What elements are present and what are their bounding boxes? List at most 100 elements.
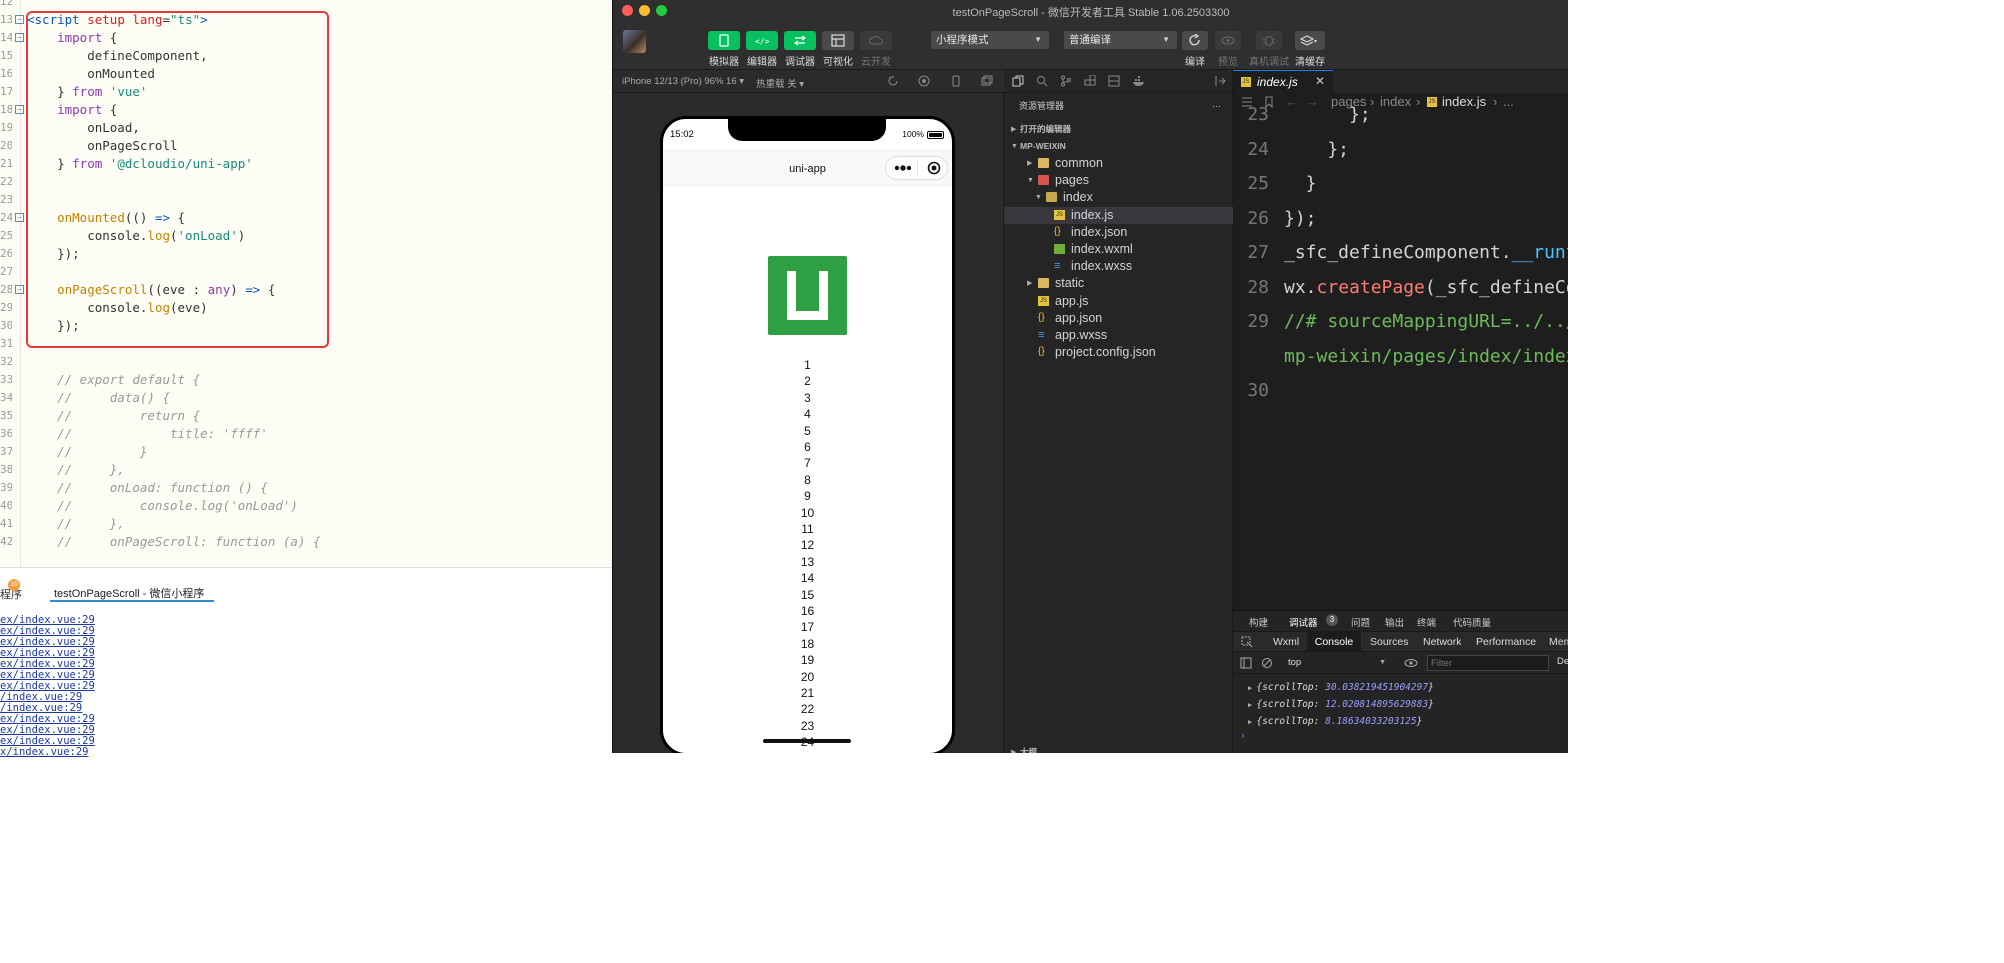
files-icon[interactable] bbox=[1012, 75, 1024, 87]
tab-performance[interactable]: Performance bbox=[1476, 632, 1536, 652]
tab-build[interactable]: 构建 bbox=[1249, 615, 1268, 629]
list-item: 15 bbox=[800, 587, 815, 602]
line-number: 38 bbox=[0, 463, 12, 476]
file-tree-item[interactable]: ▶ static bbox=[1004, 275, 1233, 292]
console-tab-active[interactable]: testOnPageScroll - 微信小程序 bbox=[50, 585, 214, 602]
tab-sources[interactable]: Sources bbox=[1370, 632, 1409, 652]
code-editor[interactable]: JS index.js ✕ ← → pages › index › JS ind… bbox=[1233, 70, 1568, 610]
sidebar-toggle-icon[interactable] bbox=[1240, 657, 1252, 669]
extensions-icon[interactable] bbox=[1084, 75, 1096, 87]
more-options-icon[interactable]: ··· bbox=[1212, 98, 1221, 115]
tab-console[interactable]: Console bbox=[1307, 632, 1361, 652]
more-icon[interactable] bbox=[894, 164, 912, 172]
wxss-file-icon: ≡ bbox=[1054, 260, 1061, 273]
storage-icon[interactable] bbox=[1108, 75, 1120, 87]
search-icon[interactable] bbox=[1036, 75, 1048, 87]
detach-window-icon[interactable] bbox=[981, 75, 993, 87]
workspace-root[interactable]: ▼ MP-WEIXIN bbox=[1004, 138, 1233, 155]
fold-toggle-icon[interactable]: − bbox=[15, 105, 24, 114]
logo-u-icon bbox=[787, 271, 828, 320]
visual-button[interactable] bbox=[822, 31, 854, 50]
file-tree-item[interactable]: {} index.json bbox=[1004, 224, 1233, 241]
tab-problems[interactable]: 问题 bbox=[1351, 615, 1370, 629]
compile-mode-dropdown[interactable]: 普通编译 ▼ bbox=[1064, 31, 1177, 49]
clear-console-icon[interactable] bbox=[1261, 657, 1273, 669]
docker-icon[interactable] bbox=[1132, 75, 1146, 87]
inspect-icon[interactable] bbox=[1241, 636, 1253, 648]
close-target-icon[interactable] bbox=[927, 161, 941, 175]
context-selector[interactable]: top ▼ bbox=[1285, 655, 1389, 670]
tab-debugger[interactable]: 调试器 bbox=[1289, 615, 1318, 629]
line-number: 20 bbox=[0, 139, 12, 152]
record-icon[interactable] bbox=[918, 75, 930, 87]
code-text: // } bbox=[27, 443, 147, 461]
file-tree-item[interactable]: JS app.js bbox=[1004, 293, 1233, 310]
file-tree-label: index.js bbox=[1071, 207, 1114, 222]
list-item: 18 bbox=[800, 636, 815, 651]
preview-button[interactable] bbox=[1215, 31, 1241, 50]
file-tree-label: index.wxss bbox=[1071, 259, 1133, 274]
mobile-icon[interactable] bbox=[950, 75, 962, 87]
tab-network[interactable]: Network bbox=[1423, 632, 1462, 652]
editor-button[interactable]: </> bbox=[746, 31, 778, 50]
console-log-entry[interactable]: ▶ {scrollTop: 12.020814895629883} bbox=[1248, 699, 1434, 710]
real-device-debug-button[interactable] bbox=[1256, 31, 1282, 50]
device-selector[interactable]: iPhone 12/13 (Pro) 96% 16 ▾ bbox=[622, 76, 744, 87]
file-tree-item[interactable]: ▼ pages bbox=[1004, 172, 1233, 189]
outline-section[interactable]: ▶ 大纲 bbox=[1004, 744, 1233, 753]
code-line: 30 bbox=[1233, 374, 1568, 408]
console-log-entry[interactable]: ▶ {scrollTop: 8.18634033203125} bbox=[1248, 716, 1422, 727]
log-colon: : bbox=[1313, 699, 1326, 710]
close-icon[interactable]: ✕ bbox=[1315, 74, 1325, 88]
console-prompt[interactable]: › bbox=[1241, 730, 1245, 742]
phone-frame[interactable]: 15:02 100% uni-app 1 2 3 4 5 6 7 8 9 10 11 12 13 14 15… bbox=[660, 116, 955, 753]
file-tree-item[interactable]: ▶ common bbox=[1004, 155, 1233, 172]
phone-icon bbox=[719, 34, 729, 47]
file-tree-item[interactable]: ▼ index bbox=[1004, 189, 1233, 206]
fold-toggle-icon[interactable]: − bbox=[15, 285, 24, 294]
file-tree-item[interactable]: JS index.js bbox=[1004, 206, 1233, 224]
rotate-icon[interactable] bbox=[887, 75, 899, 87]
clear-cache-button[interactable]: ▾ bbox=[1295, 31, 1325, 50]
console-source-link[interactable]: x/index.vue:29 bbox=[0, 747, 89, 758]
hbuilder-code-editor[interactable]: 12 13− <script setup lang="ts"> 14− import … bbox=[0, 0, 612, 567]
log-levels-dropdown[interactable]: De bbox=[1557, 656, 1568, 667]
tab-output[interactable]: 输出 bbox=[1385, 615, 1404, 629]
line-number: 14 bbox=[0, 31, 12, 44]
user-avatar[interactable] bbox=[623, 30, 646, 53]
tab-code-quality[interactable]: 代码质量 bbox=[1453, 615, 1491, 629]
file-tree-item[interactable]: {} project.config.json bbox=[1004, 344, 1233, 361]
cloud-button[interactable] bbox=[860, 31, 892, 50]
open-editors-section[interactable]: ▶ 打开的编辑器 bbox=[1004, 121, 1233, 138]
fold-toggle-icon[interactable]: − bbox=[15, 15, 24, 24]
hot-reload-selector[interactable]: 热重载 关 ▾ bbox=[756, 76, 804, 90]
file-tree-item[interactable]: index.wxml bbox=[1004, 241, 1233, 258]
list-item: 17 bbox=[800, 620, 815, 635]
source-control-icon[interactable] bbox=[1060, 75, 1072, 87]
file-tree-item[interactable]: ≡ index.wxss bbox=[1004, 258, 1233, 275]
json-file-icon: {} bbox=[1038, 311, 1045, 323]
file-tree-item[interactable]: ≡ app.wxss bbox=[1004, 327, 1233, 344]
tab-index-js[interactable]: JS index.js ✕ bbox=[1233, 70, 1333, 93]
simulator-button[interactable] bbox=[708, 31, 740, 50]
fold-toggle-icon[interactable]: − bbox=[15, 33, 24, 42]
code-line: 27 _sfc_defineComponent.__runt bbox=[1233, 236, 1568, 270]
tab-terminal[interactable]: 终端 bbox=[1417, 615, 1436, 629]
fold-toggle-icon[interactable]: − bbox=[15, 213, 24, 222]
eye-icon[interactable] bbox=[1404, 657, 1418, 669]
code-token: // export default { bbox=[27, 372, 201, 387]
console-log-entry[interactable]: ▶ {scrollTop: 30.038219451904297} bbox=[1248, 682, 1434, 693]
code-line: 40 // console.log('onLoad') bbox=[0, 497, 612, 515]
mini-program-capsule[interactable] bbox=[885, 156, 948, 180]
line-number: 33 bbox=[0, 373, 12, 386]
chevron-down-icon: ▼ bbox=[1034, 35, 1042, 44]
filter-input[interactable] bbox=[1427, 655, 1549, 671]
tab-wxml[interactable]: Wxml bbox=[1273, 632, 1299, 652]
tab-memory[interactable]: Mem bbox=[1549, 632, 1568, 652]
toggle-panel-icon[interactable] bbox=[1214, 75, 1226, 87]
compile-button[interactable] bbox=[1182, 31, 1208, 50]
file-tree-item[interactable]: {} app.json bbox=[1004, 310, 1233, 327]
mode-dropdown[interactable]: 小程序模式 ▼ bbox=[931, 31, 1049, 49]
code-token: // }, bbox=[27, 516, 125, 531]
debugger-button[interactable] bbox=[784, 31, 816, 50]
